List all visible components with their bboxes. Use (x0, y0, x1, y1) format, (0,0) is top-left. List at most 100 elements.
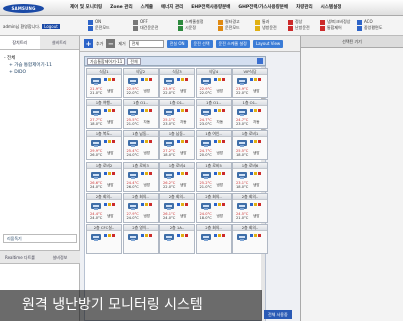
unit-card[interactable]: 1층 로비2 26.6°C 24.0°C 냉방 (86, 161, 122, 192)
group-select[interactable]: 리움독기 (3, 234, 77, 243)
unit-card[interactable]: 2층 회의.. (195, 224, 232, 254)
unit-card[interactable]: 2층 CFC실.. (86, 224, 122, 254)
all-in-use-button[interactable]: 전체 사용중 (264, 310, 292, 319)
menu-vehicle[interactable]: 차량관리 (292, 0, 317, 16)
samsung-logo: SAMSUNG (3, 4, 44, 13)
unit-name: 2층 회의.. (233, 225, 267, 231)
status-mode-indicator (217, 202, 221, 206)
status-on-indicator (250, 78, 253, 81)
indoor-unit-icon (127, 171, 138, 179)
status-on-indicator (177, 78, 180, 81)
unit-card[interactable]: VIP식당 23.9°C 22.0°C 냉방 (232, 68, 268, 98)
legend-swatch (178, 25, 183, 31)
unit-card[interactable]: 1층 로비1 25.5°C 18.0°C 냉방 (232, 130, 268, 161)
status-alarm-indicator (221, 171, 225, 175)
scope-select[interactable]: 전체 (128, 39, 164, 48)
legend-swatch (255, 25, 260, 31)
operation-mode: 냉방 (216, 182, 224, 187)
tree-node-controller[interactable]: + 가습 통합제어기-11 (4, 62, 75, 69)
unit-card[interactable]: 2층 회의.. 27.9°C 24.0°C 냉방 (122, 192, 159, 223)
unit-card[interactable]: 2층 1A.. (159, 224, 195, 254)
unit-card[interactable]: 2층 회의.. 24.0°C 18.0°C 냉방 (195, 192, 232, 223)
indoor-unit-icon (237, 139, 247, 148)
unit-name: 2층 회의.. (196, 193, 231, 200)
indoor-unit-icon (237, 171, 247, 179)
unit-status-indicators (250, 109, 261, 113)
unit-card[interactable]: 2층 영이.. (122, 224, 159, 254)
tree-node-all[interactable]: - 전체 (4, 55, 75, 62)
status-on-indicator (140, 78, 144, 81)
status-on-indicator (213, 202, 217, 206)
unit-card[interactable]: 식당1 21.9°C 21.0°C 냉방 (86, 68, 122, 98)
status-legend-bar: admin님 환영합니다. Logout ON 운전모드 OFF 대건운운전 스케줄설정 시… (0, 16, 403, 36)
status-alarm-indicator (112, 109, 115, 113)
status-mode-indicator (144, 140, 148, 144)
unit-card[interactable]: 식당3 23.9°C 22.0°C 냉방 (159, 68, 195, 98)
status-alarm-indicator (258, 202, 261, 206)
menu-system-settings[interactable]: 시스템설정 (317, 0, 346, 16)
unit-card[interactable]: 2층 회의.. 24.4°C 24.0°C 냉방 (86, 192, 122, 223)
unit-card[interactable]: 1층 남동.. 25.4°C 24.0°C 냉방 (122, 130, 159, 161)
status-on-indicator (140, 171, 144, 175)
operation-select-button[interactable]: 운전 선택 (190, 39, 213, 48)
unit-card[interactable]: 1층 로비5 25.2°C 21.0°C 냉방 (195, 161, 232, 192)
menu-schedule[interactable]: 스케줄 (137, 0, 157, 16)
add-label: 추가 (96, 40, 104, 46)
menu-ghp-distribution[interactable]: GHP전력/가스사용량분배 (234, 0, 292, 16)
set-temperature: 22.0°C (236, 91, 249, 95)
tab-facility-tree[interactable]: 설비트리 (40, 36, 80, 49)
all-on-button[interactable]: 전실 ON (166, 39, 188, 48)
unit-card[interactable]: 1층 남동.. 27.2°C 18.0°C 냉방 (159, 130, 195, 161)
unit-card[interactable]: 1층 로비3 24.4°C 26.0°C 냉방 (122, 161, 159, 192)
indoor-unit-icon (91, 108, 101, 117)
legend-label: 운전모드 (225, 25, 240, 30)
menu-zone[interactable]: Zone 관리 (106, 0, 136, 16)
unit-card[interactable]: 1층 복도.. 29.9°C 26.0°C 냉방 (86, 130, 122, 161)
set-temperature: 24.0°C (90, 184, 103, 189)
unit-card[interactable]: 2층 회의.. (232, 224, 268, 254)
status-on-indicator (177, 109, 180, 113)
unit-card[interactable]: 1층 O1.. 25.1°C 23.0°C 자동 (159, 99, 195, 130)
unit-card[interactable]: 1층 여인.. 24.7°C 20.0°C 냉방 (195, 130, 232, 161)
unit-card[interactable]: 식당2 22.9°C 22.0°C 냉방 (122, 68, 159, 98)
select-all-checkbox[interactable] (257, 58, 263, 64)
tree-node-dido[interactable]: + DIDO (4, 69, 75, 76)
set-temperature: 26.0°C (90, 153, 103, 158)
remove-icon[interactable]: − (106, 39, 116, 48)
indoor-unit-icon (200, 171, 211, 179)
indoor-unit-icon (237, 108, 247, 117)
unit-card[interactable]: 1층 로비4 26.2°C 22.0°C 냉방 (159, 161, 195, 192)
add-icon[interactable]: + (84, 39, 93, 48)
menu-energy[interactable]: 에너지 관리 (157, 0, 187, 16)
unit-card[interactable]: 2층 회의.. 26.1°C 24.0°C 냉방 (159, 192, 195, 223)
status-alarm-indicator (112, 78, 115, 81)
unit-card[interactable]: 1층 여행.. 27.7°C 18.0°C 냉방 (86, 99, 122, 130)
logout-button[interactable]: Logout (42, 24, 60, 29)
status-on-indicator (104, 109, 107, 113)
unit-name: 2층 회의.. (87, 193, 121, 200)
status-on-indicator (213, 171, 217, 175)
set-temperature: 23.0°C (163, 122, 176, 127)
unit-name: VIP식당 (233, 69, 267, 75)
schedule-settings-button[interactable]: 운전 스케줄 설정 (215, 39, 250, 48)
menu-ehp-distribution[interactable]: EHP전력사용량분배 (187, 0, 234, 16)
unit-name: 2층 영이.. (123, 225, 158, 231)
tab-facility-info[interactable]: 설비정보 (40, 251, 80, 263)
unit-card[interactable]: 식당4 22.9°C 22.0°C 냉방 (195, 68, 232, 98)
unit-status-indicators (250, 140, 261, 144)
unit-card[interactable]: 1층 O1.. 24.7°C 23.0°C 자동 (232, 99, 268, 130)
unit-card[interactable]: 1층 O1.. 25.5°C 21.0°C 자동 (122, 99, 159, 130)
unit-card[interactable]: 1층 로비6 23.1°C 18.0°C 냉방 (232, 161, 268, 192)
menu-control-monitoring[interactable]: 제어 및 모니터링 (66, 0, 106, 16)
tab-device-tree[interactable]: 장치트리 (0, 36, 40, 49)
unit-status-indicators (250, 202, 261, 206)
operation-mode: 냉방 (107, 182, 114, 187)
legend-column: 필터경고 운전모드 (218, 19, 240, 31)
unit-card[interactable]: 1층 O1.. 24.7°C 23.0°C 자동 (195, 99, 232, 130)
unit-card[interactable]: 2층 회의.. 24.5°C 21.0°C 냉방 (232, 192, 268, 223)
controller-select[interactable]: 가습통합제어기-11 (87, 57, 126, 65)
layout-view-button[interactable]: Layout View (252, 39, 284, 48)
tab-realtime[interactable]: Realtime 다트롤 (0, 251, 40, 263)
main-toolbar: + 추가 − 제거 전체 전실 ON 운전 선택 운전 스케줄 설정 Layou… (80, 36, 300, 52)
status-select[interactable]: 전체 (127, 57, 141, 65)
